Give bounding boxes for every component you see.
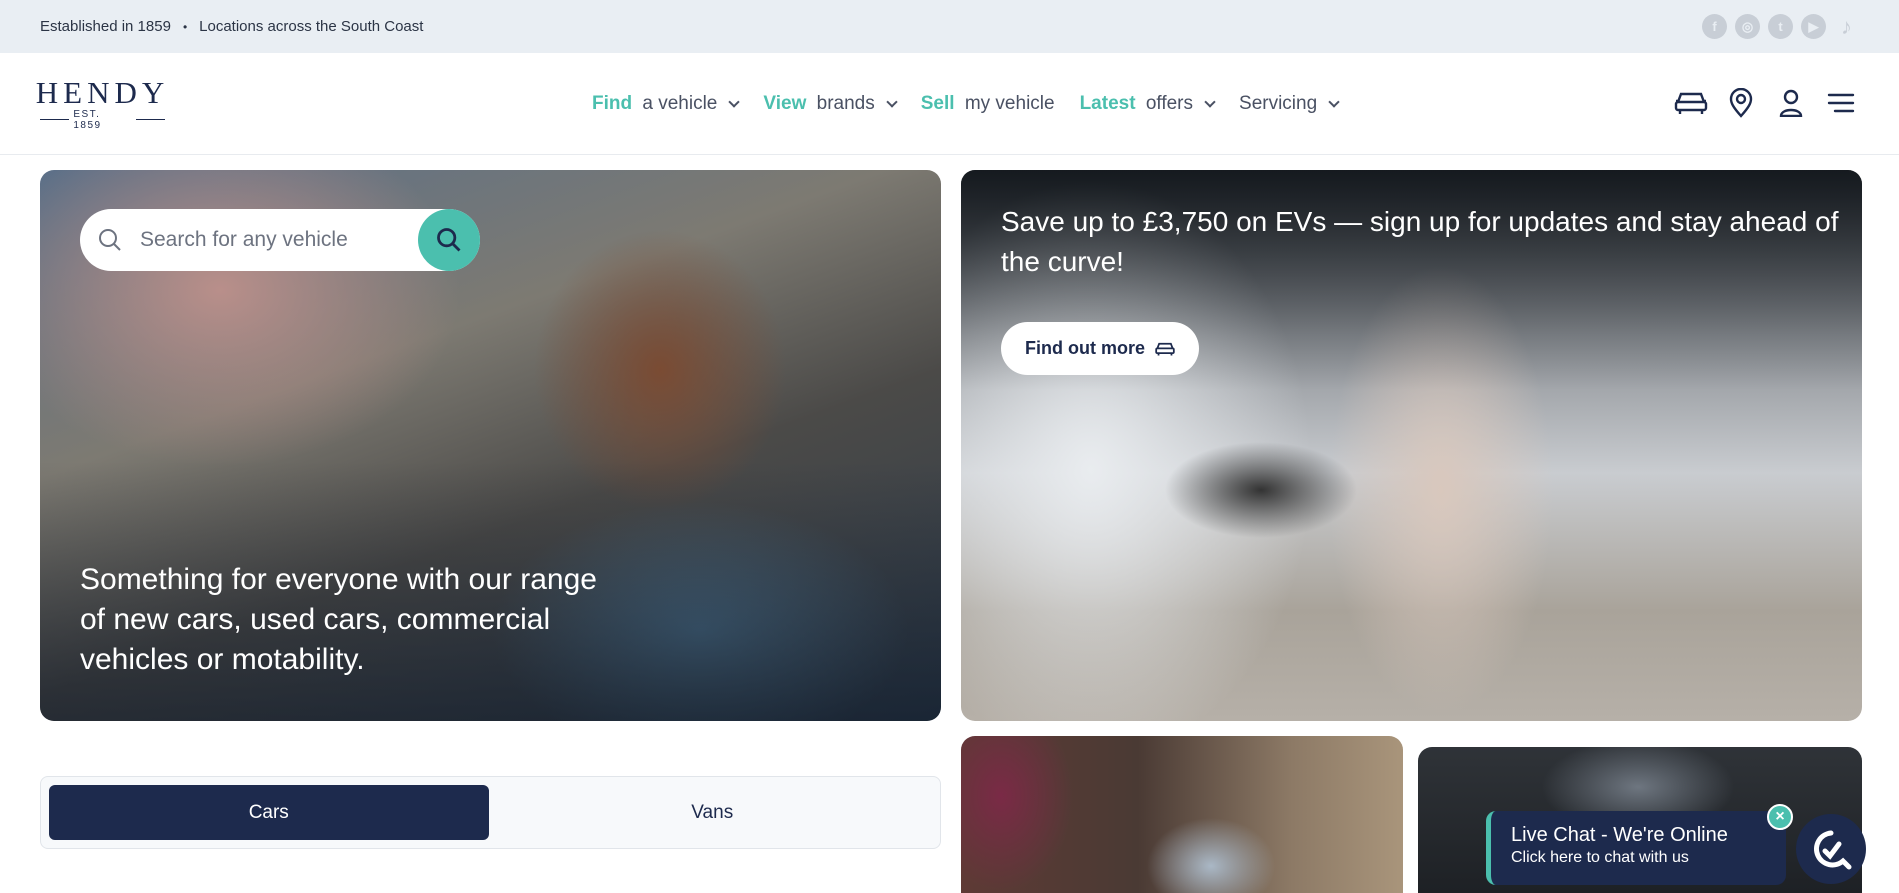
header-actions: [1673, 83, 1859, 123]
live-chat-subtitle: Click here to chat with us: [1511, 849, 1689, 866]
main-nav: Find a vehicle View brands Sell my vehic…: [592, 53, 1340, 155]
menu-icon[interactable]: [1823, 83, 1859, 123]
hero-left-headline: Something for everyone with our range of…: [80, 563, 597, 676]
chat-launcher-icon[interactable]: [1796, 814, 1866, 884]
instagram-icon[interactable]: ◎: [1735, 14, 1760, 39]
nav-latest-offers[interactable]: Latest offers: [1079, 93, 1216, 115]
logo-established: EST. 1859: [40, 109, 165, 131]
nav-view-highlight: View: [763, 93, 807, 114]
live-chat-title: Live Chat - We're Online: [1511, 824, 1728, 846]
nav-sell-label: my vehicle: [959, 93, 1055, 114]
nav-find-vehicle[interactable]: Find a vehicle: [592, 93, 741, 115]
separator-dot: •: [182, 19, 188, 34]
close-icon[interactable]: ×: [1767, 804, 1793, 830]
locations-text: Locations across the South Coast: [199, 18, 424, 35]
search-icon: [99, 229, 121, 251]
chevron-down-icon: [728, 96, 741, 108]
find-out-more-button[interactable]: Find out more: [1001, 322, 1199, 375]
chevron-down-icon: [1204, 96, 1216, 108]
nav-find-label: a vehicle: [637, 93, 718, 114]
car-icon: [1155, 342, 1175, 355]
nav-sell-vehicle[interactable]: Sell my vehicle: [921, 93, 1055, 115]
search-button[interactable]: [418, 209, 480, 271]
search-icon: [437, 228, 461, 252]
tab-vans[interactable]: Vans: [493, 785, 933, 840]
location-pin-icon[interactable]: [1723, 83, 1759, 123]
established-text: Established in 1859: [40, 18, 171, 35]
ev-offer-headline: Save up to £3,750 on EVs — sign up for u…: [1001, 206, 1839, 277]
tab-cars[interactable]: Cars: [49, 785, 489, 840]
nav-sell-highlight: Sell: [920, 93, 955, 114]
nav-servicing-label: Servicing: [1239, 93, 1318, 114]
site-header: HENDY EST. 1859 Find a vehicle View bran…: [0, 53, 1899, 155]
facebook-icon[interactable]: f: [1702, 14, 1727, 39]
twitter-icon[interactable]: t: [1768, 14, 1793, 39]
youtube-icon[interactable]: ▶: [1801, 14, 1826, 39]
vehicle-type-tabs: Cars Vans: [40, 776, 941, 849]
social-links: f ◎ t ▶ ♪: [1702, 14, 1859, 39]
ev-offer-banner[interactable]: Save up to £3,750 on EVs — sign up for u…: [961, 170, 1862, 721]
hero-range-banner[interactable]: Search for any vehicle Something for eve…: [40, 170, 941, 721]
logo-wordmark: HENDY: [35, 74, 170, 110]
hendy-logo[interactable]: HENDY EST. 1859: [36, 76, 165, 131]
find-out-more-label: Find out more: [1025, 338, 1145, 358]
tiktok-icon[interactable]: ♪: [1834, 14, 1859, 39]
chevron-down-icon: [886, 96, 898, 108]
chevron-down-icon: [1328, 96, 1340, 108]
user-icon[interactable]: [1773, 83, 1809, 123]
search-input[interactable]: Search for any vehicle: [140, 228, 348, 252]
car-icon[interactable]: [1673, 83, 1709, 123]
top-info-bar: Established in 1859 • Locations across t…: [0, 0, 1899, 53]
nav-view-brands[interactable]: View brands: [763, 93, 898, 115]
live-chat-prompt[interactable]: Live Chat - We're Online Click here to c…: [1486, 811, 1786, 885]
nav-latest-highlight: Latest: [1079, 93, 1136, 114]
nav-servicing[interactable]: Servicing: [1239, 93, 1340, 115]
nav-find-highlight: Find: [592, 93, 633, 114]
promo-tile-electric-car[interactable]: [961, 736, 1403, 893]
logo-est-text: EST. 1859: [73, 108, 102, 131]
nav-view-label: brands: [811, 93, 875, 114]
nav-latest-label: offers: [1140, 93, 1194, 114]
vehicle-search[interactable]: Search for any vehicle: [80, 209, 480, 271]
